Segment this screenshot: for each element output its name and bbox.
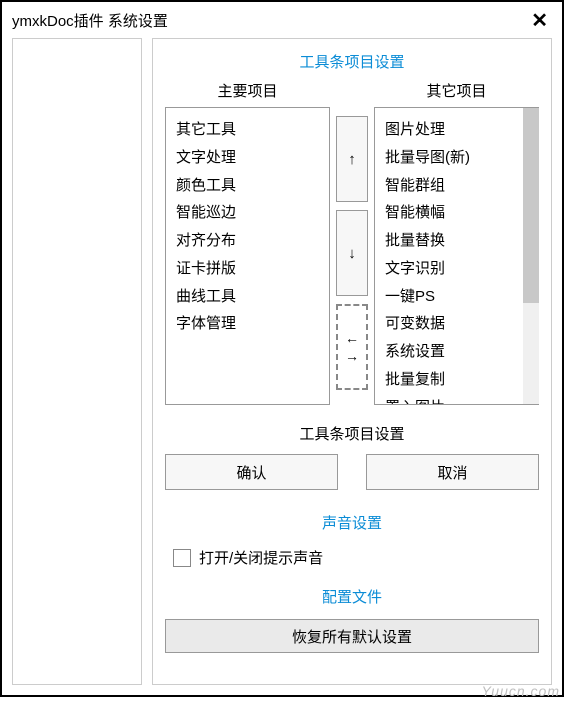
arrow-left-icon: ← bbox=[345, 330, 359, 346]
move-left-right-button[interactable]: ← → bbox=[336, 304, 368, 390]
sound-toggle-label: 打开/关闭提示声音 bbox=[199, 547, 323, 568]
list-item[interactable]: 对齐分布 bbox=[176, 227, 319, 255]
sound-toggle-row: 打开/关闭提示声音 bbox=[173, 547, 539, 568]
list-item[interactable]: 字体管理 bbox=[176, 310, 319, 338]
content-area: 工具条项目设置 主要项目 其它工具 文字处理 颜色工具 智能巡边 对齐分布 证卡… bbox=[2, 38, 562, 695]
sound-section-title: 声音设置 bbox=[165, 512, 539, 533]
left-panel bbox=[12, 38, 142, 685]
confirm-cancel-row: 确认 取消 bbox=[165, 454, 539, 490]
move-up-button[interactable]: ↑ bbox=[336, 116, 368, 202]
list-item[interactable]: 系统设置 bbox=[385, 338, 518, 366]
list-item[interactable]: 图片处理 bbox=[385, 116, 518, 144]
list-item[interactable]: 文字识别 bbox=[385, 255, 518, 283]
list-item[interactable]: 证卡拼版 bbox=[176, 255, 319, 283]
other-items-column: 其它项目 图片处理 批量导图(新) 智能群组 智能横幅 批量替换 文字识别 一键… bbox=[374, 80, 539, 405]
other-items-wrap: 图片处理 批量导图(新) 智能群组 智能横幅 批量替换 文字识别 一键PS 可变… bbox=[374, 107, 539, 405]
window-title: ymxkDoc插件 系统设置 bbox=[12, 10, 168, 31]
other-items-label: 其它项目 bbox=[374, 80, 539, 101]
move-down-button[interactable]: ↓ bbox=[336, 210, 368, 296]
settings-window: ymxkDoc插件 系统设置 ✕ 工具条项目设置 主要项目 其它工具 文字处理 … bbox=[0, 0, 564, 697]
cancel-button[interactable]: 取消 bbox=[366, 454, 539, 490]
list-item[interactable]: 曲线工具 bbox=[176, 283, 319, 311]
main-items-label: 主要项目 bbox=[165, 80, 330, 101]
list-item[interactable]: 批量导图(新) bbox=[385, 144, 518, 172]
toolbar-settings-label: 工具条项目设置 bbox=[165, 423, 539, 444]
reorder-buttons: ↑ ↓ ← → bbox=[336, 80, 368, 405]
restore-defaults-button[interactable]: 恢复所有默认设置 bbox=[165, 619, 539, 653]
other-items-listbox[interactable]: 图片处理 批量导图(新) 智能群组 智能横幅 批量替换 文字识别 一键PS 可变… bbox=[374, 107, 539, 405]
list-item[interactable]: 一键PS bbox=[385, 283, 518, 311]
list-item[interactable]: 智能群组 bbox=[385, 172, 518, 200]
list-item[interactable]: 智能巡边 bbox=[176, 199, 319, 227]
list-item[interactable]: 批量复制 bbox=[385, 366, 518, 394]
list-item[interactable]: 文字处理 bbox=[176, 144, 319, 172]
right-panel: 工具条项目设置 主要项目 其它工具 文字处理 颜色工具 智能巡边 对齐分布 证卡… bbox=[152, 38, 552, 685]
sound-toggle-checkbox[interactable] bbox=[173, 549, 191, 567]
config-section-title: 配置文件 bbox=[165, 586, 539, 607]
main-items-column: 主要项目 其它工具 文字处理 颜色工具 智能巡边 对齐分布 证卡拼版 曲线工具 … bbox=[165, 80, 330, 405]
confirm-button[interactable]: 确认 bbox=[165, 454, 338, 490]
list-item[interactable]: 批量替换 bbox=[385, 227, 518, 255]
scrollbar[interactable] bbox=[523, 108, 539, 404]
list-item[interactable]: 其它工具 bbox=[176, 116, 319, 144]
list-item[interactable]: 可变数据 bbox=[385, 310, 518, 338]
list-item[interactable]: 置入图片 bbox=[385, 394, 518, 406]
close-button[interactable]: ✕ bbox=[527, 8, 552, 33]
toolbar-section-title: 工具条项目设置 bbox=[165, 51, 539, 72]
arrow-right-icon: → bbox=[345, 348, 359, 364]
list-item[interactable]: 智能横幅 bbox=[385, 199, 518, 227]
titlebar: ymxkDoc插件 系统设置 ✕ bbox=[2, 2, 562, 38]
scrollbar-thumb[interactable] bbox=[523, 108, 539, 303]
list-item[interactable]: 颜色工具 bbox=[176, 172, 319, 200]
main-items-listbox[interactable]: 其它工具 文字处理 颜色工具 智能巡边 对齐分布 证卡拼版 曲线工具 字体管理 bbox=[165, 107, 330, 405]
lists-row: 主要项目 其它工具 文字处理 颜色工具 智能巡边 对齐分布 证卡拼版 曲线工具 … bbox=[165, 80, 539, 405]
